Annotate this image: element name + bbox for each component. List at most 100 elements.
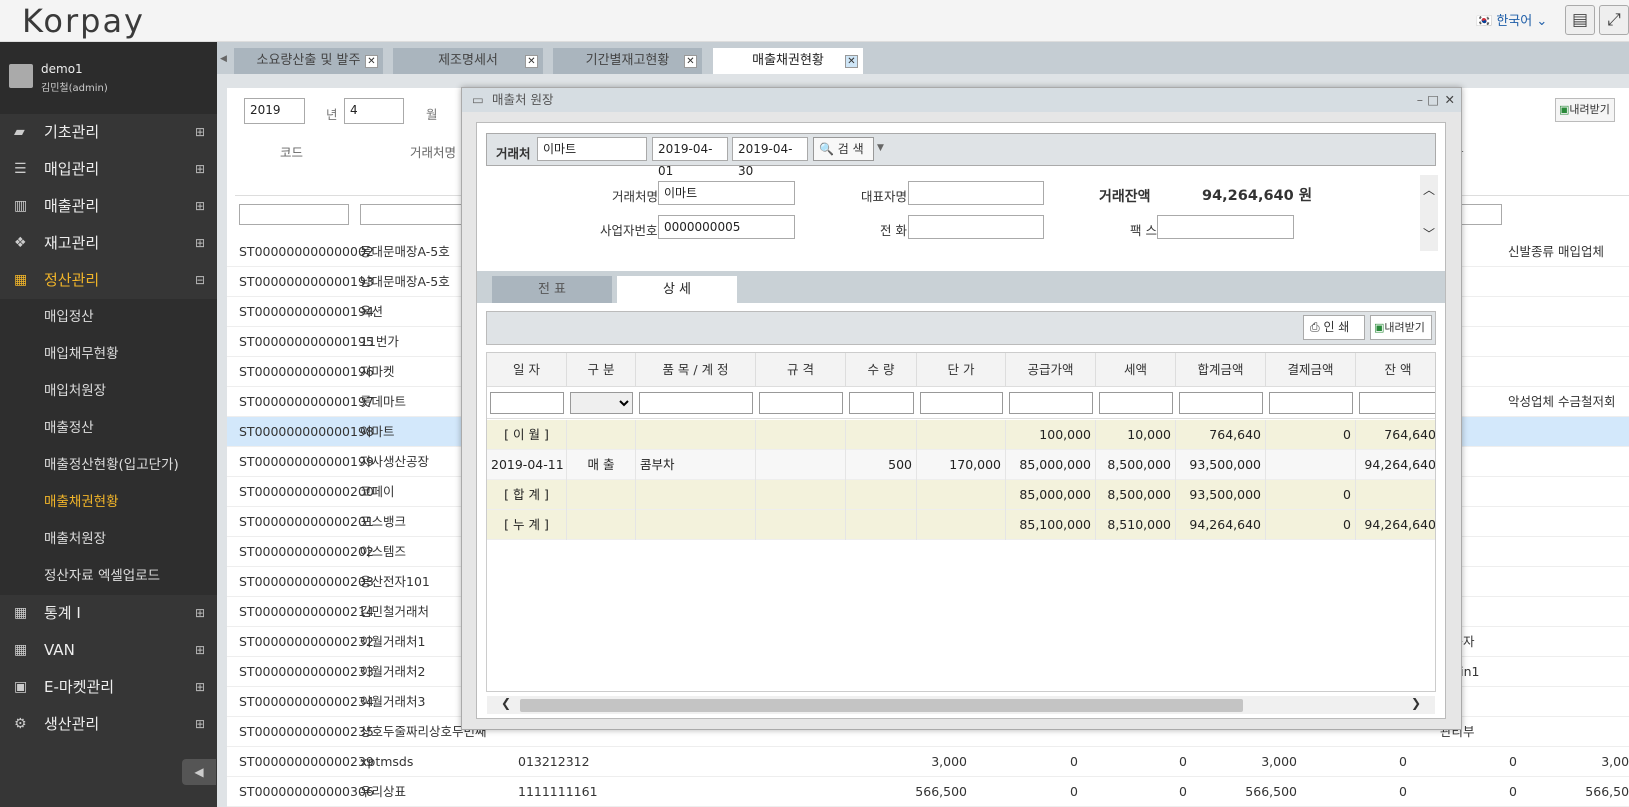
filter-input[interactable] <box>639 392 753 414</box>
menu-basic[interactable]: ▰ 기초관리 ⊞ <box>0 114 217 151</box>
menu-settlement[interactable]: ▦ 정산관리 ⊟ <box>0 262 217 299</box>
user-panel: demo1 김민철(admin) <box>0 42 217 114</box>
fax-field[interactable] <box>1157 215 1294 239</box>
grid-horizontal-scrollbar[interactable]: ❮ ❯ <box>487 696 1435 714</box>
column-header[interactable]: 규 격 <box>756 353 846 387</box>
close-icon[interactable]: ✕ <box>684 55 697 68</box>
column-header[interactable]: 구 분 <box>567 353 636 387</box>
filter-input[interactable] <box>920 392 1003 414</box>
tab-scroll-left-icon[interactable]: ◀ <box>220 54 227 64</box>
download-button[interactable]: ▣내려받기 <box>1370 315 1432 340</box>
filter-input[interactable] <box>1269 392 1353 414</box>
table-cell: 94,264,640 <box>1176 510 1266 540</box>
scroll-left-icon[interactable]: ❮ <box>501 696 511 710</box>
column-header[interactable]: 단 가 <box>917 353 1006 387</box>
menu-production[interactable]: ⚙ 생산관리 ⊞ <box>0 706 217 743</box>
filter-input[interactable] <box>490 392 564 414</box>
chevron-down-icon[interactable]: ﹀ <box>1423 225 1435 242</box>
filter-input[interactable] <box>759 392 843 414</box>
menu-sales[interactable]: ▥ 매출관리 ⊞ <box>0 188 217 225</box>
menu-van[interactable]: ▦ VAN ⊞ <box>0 632 217 669</box>
close-icon[interactable]: ✕ <box>1445 88 1455 112</box>
summary-row[interactable]: [ 누 계 ] 85,100,000 8,510,000 94,264,640 0 94,… <box>487 510 1435 540</box>
submenu-item[interactable]: 매출처원장 <box>0 521 217 558</box>
tab-detail[interactable]: 상 세 <box>617 276 737 303</box>
tab-manufacturing[interactable]: 제조명세서 ✕ <box>393 48 543 74</box>
filter-select[interactable] <box>570 392 633 414</box>
submenu-item[interactable]: 매입처원장 <box>0 373 217 410</box>
date-to-input[interactable]: 2019-04-30 <box>732 137 808 178</box>
submenu-item[interactable]: 매입채무현황 <box>0 336 217 373</box>
submenu-item[interactable]: 매출정산 <box>0 410 217 447</box>
search-icon: 🔍 <box>819 142 834 156</box>
bg-download-button[interactable]: ▣내려받기 <box>1555 98 1615 122</box>
year-select[interactable]: 2019 <box>244 98 305 124</box>
chevron-down-icon[interactable]: ▼ <box>877 143 884 153</box>
close-icon[interactable]: ✕ <box>365 55 378 68</box>
client-input[interactable]: 이마트 <box>537 137 647 161</box>
filter-input[interactable] <box>1179 392 1263 414</box>
table-cell: 85,100,000 <box>1006 510 1096 540</box>
tab-requirement[interactable]: 소요량산출 및 발주 ✕ <box>234 48 383 74</box>
close-icon[interactable]: ✕ <box>525 55 538 68</box>
rep-field[interactable] <box>908 181 1044 205</box>
filter-input[interactable] <box>239 204 349 225</box>
table-row[interactable]: 2019-04-11 매 출 콤부차 500 170,000 85,000,000 8,50… <box>487 450 1435 480</box>
table-cell <box>917 510 1006 540</box>
table-cell: 2019-04-11 <box>487 450 567 480</box>
phone-field[interactable] <box>908 215 1044 239</box>
menu-label: 정산관리 <box>44 271 100 289</box>
column-header[interactable]: 잔 액 <box>1356 353 1435 387</box>
submenu-item-current[interactable]: 매출채권현황 <box>0 484 217 521</box>
submenu-item[interactable]: 정산자료 엑셀업로드 <box>0 558 217 595</box>
name-field[interactable]: 이마트 <box>658 181 795 205</box>
menu-emarket[interactable]: ▣ E-마켓관리 ⊞ <box>0 669 217 706</box>
scrollbar-thumb[interactable] <box>520 699 1243 712</box>
close-icon[interactable]: ✕ <box>845 55 858 68</box>
print-button[interactable]: ⎙ 인 쇄 <box>1303 315 1365 340</box>
table-cell: 170,000 <box>917 450 1006 480</box>
chevron-up-icon[interactable]: ︿ <box>1423 181 1435 198</box>
info-scrollbar[interactable]: ︿ ﹀ <box>1420 175 1438 251</box>
filter-input[interactable] <box>1099 392 1173 414</box>
search-button[interactable]: 🔍 검 색 <box>813 137 874 161</box>
filter-input[interactable] <box>1359 392 1435 414</box>
menu-stats[interactable]: ▦ 통계 I ⊞ <box>0 595 217 632</box>
tab-inventory-period[interactable]: 기간별재고현황 ✕ <box>553 48 702 74</box>
table-cell: 0 <box>1266 510 1356 540</box>
fullscreen-icon[interactable]: ⤢ <box>1599 5 1629 35</box>
column-header[interactable]: 공급가액 <box>1006 353 1096 387</box>
column-header[interactable]: 결제금액 <box>1266 353 1356 387</box>
table-cell: 옥션 <box>360 304 384 319</box>
excel-icon: ▣ <box>1374 321 1385 334</box>
scroll-right-icon[interactable]: ❯ <box>1411 696 1421 710</box>
column-header[interactable]: 세액 <box>1096 353 1176 387</box>
filter-input[interactable] <box>360 204 470 225</box>
date-from-input[interactable]: 2019-04-01 <box>652 137 728 178</box>
tab-voucher[interactable]: 전 표 <box>492 276 612 303</box>
table-row[interactable]: ST000000000000239 xptmsds 013212312 3,000 0 0… <box>227 747 1629 777</box>
collapse-sidebar-icon[interactable]: ◀ <box>182 759 216 785</box>
language-select[interactable]: 🇰🇷 한국어 ⌄ <box>1476 10 1547 29</box>
menu-purchase[interactable]: ☰ 매입관리 ⊞ <box>0 151 217 188</box>
summary-row[interactable]: [ 합 계 ] 85,000,000 8,500,000 93,500,000 0 <box>487 480 1435 510</box>
column-header[interactable]: 합계금액 <box>1176 353 1266 387</box>
bizno-field[interactable]: 0000000005 <box>658 215 795 239</box>
month-select[interactable]: 4 <box>344 98 404 124</box>
filter-input[interactable] <box>849 392 914 414</box>
filter-input[interactable] <box>1455 204 1502 225</box>
column-header[interactable]: 품 목 / 계 정 <box>636 353 756 387</box>
submenu-item[interactable]: 매입정산 <box>0 299 217 336</box>
table-row[interactable]: ST000000000000306 우리상표 1111111161 566,500 0 0… <box>227 777 1629 807</box>
filter-input[interactable] <box>1009 392 1093 414</box>
column-header[interactable]: 수 량 <box>846 353 917 387</box>
manual-book-icon[interactable]: ▤ <box>1565 5 1595 35</box>
column-header[interactable]: 일 자 <box>487 353 567 387</box>
minimize-icon[interactable]: – <box>1417 88 1423 112</box>
tab-receivables[interactable]: 매출채권현황 ✕ <box>713 48 863 74</box>
maximize-icon[interactable]: □ <box>1427 88 1439 112</box>
table-cell <box>917 420 1006 450</box>
menu-inventory[interactable]: ❖ 재고관리 ⊞ <box>0 225 217 262</box>
submenu-item[interactable]: 매출정산현황(입고단가) <box>0 447 217 484</box>
summary-row[interactable]: [ 이 월 ] 100,000 10,000 764,640 0 764,640 <box>487 420 1435 450</box>
